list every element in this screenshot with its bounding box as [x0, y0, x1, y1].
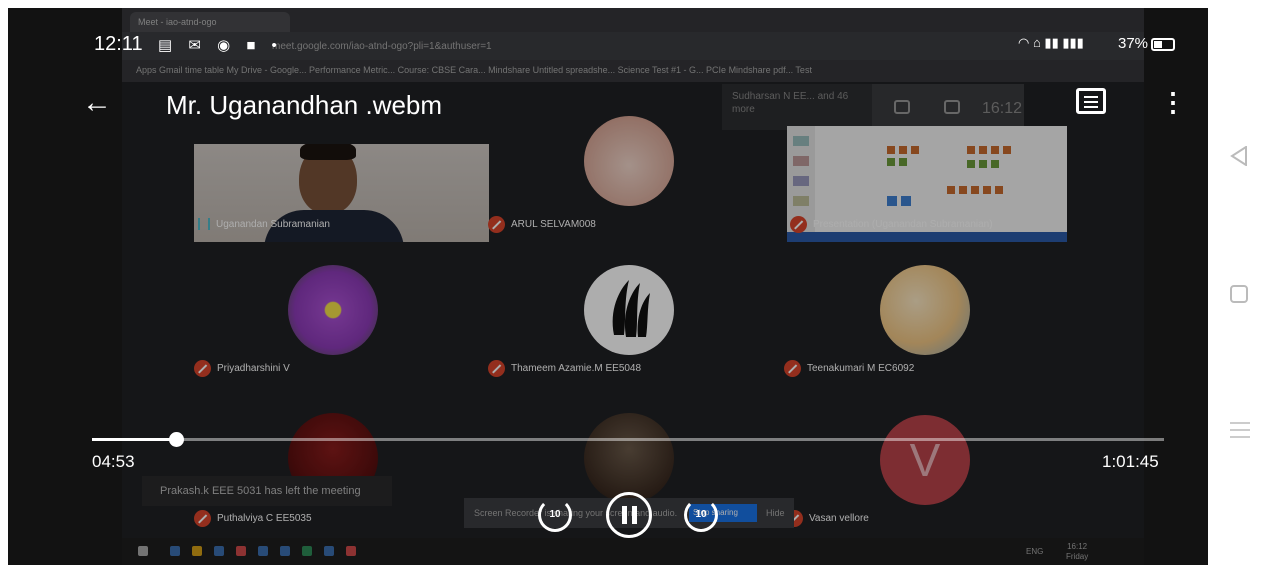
more-options-icon[interactable]: ⋮ [1160, 88, 1186, 118]
nav-home-icon[interactable] [1230, 285, 1248, 303]
back-arrow-icon[interactable]: ← [82, 88, 112, 118]
status-time: 12:11 [94, 33, 143, 55]
nav-recents-icon[interactable] [1230, 422, 1250, 438]
player-title-bar: ← Mr. Uganandhan .webm ⋮ [8, 78, 1208, 128]
battery-icon [1151, 38, 1175, 51]
rewind-10-button[interactable]: 10 [538, 498, 572, 532]
seek-bar[interactable] [92, 438, 1164, 441]
status-bar: 12:11 ▤ ✉ ◉ ■ • ◠ ⌂ ▮▮ ▮▮▮ 37% [8, 30, 1208, 60]
signal-icons: ◠ ⌂ ▮▮ ▮▮▮ [1018, 35, 1084, 50]
forward-10-button[interactable]: 10 [684, 498, 718, 532]
notification-icons: ▤ ✉ ◉ ■ • [158, 37, 283, 54]
nav-back-icon[interactable] [1230, 146, 1248, 166]
pause-button[interactable] [606, 492, 652, 538]
video-title: Mr. Uganandhan .webm [166, 90, 443, 120]
video-player-screen[interactable]: Meet - iao-atnd-ogo meet.google.com/iao-… [8, 8, 1208, 565]
seek-progress [92, 438, 176, 441]
battery-percent: 37% [1118, 35, 1149, 52]
current-time: 04:53 [92, 452, 135, 471]
total-duration: 1:01:45 [1102, 452, 1159, 471]
playlist-icon[interactable] [1076, 88, 1106, 114]
seek-thumb[interactable] [168, 432, 184, 447]
